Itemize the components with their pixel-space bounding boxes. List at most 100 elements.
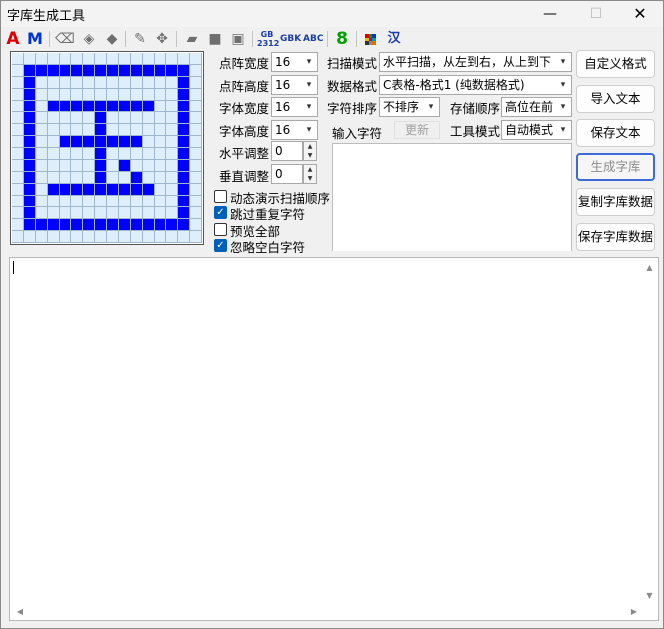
pixel-off[interactable] [118,88,131,101]
pixel-off[interactable] [35,112,48,125]
pixel-off[interactable] [12,231,24,243]
v-adjust-input[interactable]: 0 [271,164,303,184]
pixel-off[interactable] [190,148,202,160]
close-button[interactable]: ✕ [617,1,663,27]
pixel-off[interactable] [35,195,48,208]
pixel-off[interactable] [142,53,155,65]
pixel-on[interactable] [130,136,143,148]
pixel-on[interactable] [178,76,191,89]
pixel-off[interactable] [154,231,167,243]
pixel-off[interactable] [71,124,84,137]
pixel-off[interactable] [190,112,202,125]
pixel-off[interactable] [142,231,155,243]
pixel-off[interactable] [12,76,24,89]
pixel-off[interactable] [47,148,60,160]
pixel-on[interactable] [23,195,36,208]
pixel-on[interactable] [107,219,119,232]
pixel-off[interactable] [190,231,202,243]
spin-up-icon[interactable]: ▲ [304,142,316,151]
pixel-on[interactable] [107,183,119,196]
pixel-off[interactable] [154,195,167,208]
pixel-off[interactable] [35,231,48,243]
pixel-off[interactable] [154,112,167,125]
pixel-on[interactable] [23,219,36,232]
pixel-off[interactable] [130,112,143,125]
pixel-off[interactable] [107,53,119,65]
pixel-off[interactable] [142,112,155,125]
pixel-off[interactable] [95,88,107,101]
pixel-on[interactable] [71,100,84,113]
pixel-on[interactable] [47,219,60,232]
pixel-off[interactable] [190,136,202,148]
pixel-off[interactable] [59,88,72,101]
pixel-on[interactable] [23,159,36,172]
pixel-on[interactable] [23,112,36,125]
pixel-off[interactable] [12,171,24,184]
pixel-off[interactable] [59,159,72,172]
pixel-off[interactable] [107,88,119,101]
pixel-off[interactable] [154,183,167,196]
checkbox-box[interactable]: ✓ [214,206,227,219]
pixel-off[interactable] [95,53,107,65]
pixel-off[interactable] [166,207,179,220]
pixel-off[interactable] [166,88,179,101]
scroll-right-icon[interactable]: ▶ [626,603,642,620]
pixel-off[interactable] [190,171,202,184]
pixel-off[interactable] [83,148,96,160]
pixel-on[interactable] [178,183,191,196]
data-format-select[interactable]: C表格-格式1 (纯数据格式) ▾ [379,75,572,95]
bold-blue-m-icon[interactable]: M [25,29,45,49]
chinese-char-icon[interactable]: 汉 [384,29,404,49]
pixel-off[interactable] [83,159,96,172]
stamp-icon[interactable]: ◆ [102,29,122,49]
pixel-on[interactable] [107,136,119,148]
pixel-off[interactable] [71,148,84,160]
pixel-off[interactable] [166,136,179,148]
pixel-off[interactable] [35,183,48,196]
pixel-off[interactable] [12,159,24,172]
pixel-off[interactable] [83,112,96,125]
font-height-select[interactable]: 16 ▾ [271,120,318,140]
char-sort-select[interactable]: 不排序 ▾ [379,97,440,117]
abc-icon[interactable]: ABC [303,29,323,49]
pixel-on[interactable] [95,148,107,160]
pixel-off[interactable] [95,195,107,208]
pixel-off[interactable] [12,124,24,137]
pixel-on[interactable] [95,219,107,232]
pixel-on[interactable] [178,207,191,220]
pixel-on[interactable] [23,136,36,148]
pixel-off[interactable] [12,112,24,125]
pixel-on[interactable] [23,183,36,196]
scroll-up-icon[interactable]: ▲ [641,260,658,276]
pixel-off[interactable] [178,231,191,243]
refresh-button[interactable]: 更新 [394,121,440,139]
pixel-on[interactable] [178,88,191,101]
pixel-off[interactable] [118,112,131,125]
pixel-off[interactable] [35,100,48,113]
pixel-off[interactable] [130,88,143,101]
pixel-off[interactable] [35,76,48,89]
pixel-on[interactable] [59,100,72,113]
pixel-on[interactable] [130,171,143,184]
pixel-on[interactable] [23,100,36,113]
pixel-off[interactable] [154,53,167,65]
vertical-scrollbar[interactable]: ▲ ▼ [641,258,658,604]
pixel-on[interactable] [59,183,72,196]
pixel-off[interactable] [35,207,48,220]
pixel-off[interactable] [83,195,96,208]
pixel-off[interactable] [130,231,143,243]
pixel-off[interactable] [83,76,96,89]
save-text-button[interactable]: 保存文本 [576,119,655,147]
pixel-off[interactable] [107,124,119,137]
pixel-on[interactable] [59,219,72,232]
pixel-off[interactable] [142,171,155,184]
pixel-on[interactable] [71,183,84,196]
pixel-off[interactable] [130,76,143,89]
tool-mode-select[interactable]: 自动模式 ▾ [501,120,572,140]
pixel-on[interactable] [95,112,107,125]
input-chars-textarea[interactable] [332,143,572,251]
pixel-off[interactable] [71,231,84,243]
pixel-off[interactable] [59,231,72,243]
pixel-off[interactable] [190,219,202,232]
pixel-off[interactable] [71,112,84,125]
